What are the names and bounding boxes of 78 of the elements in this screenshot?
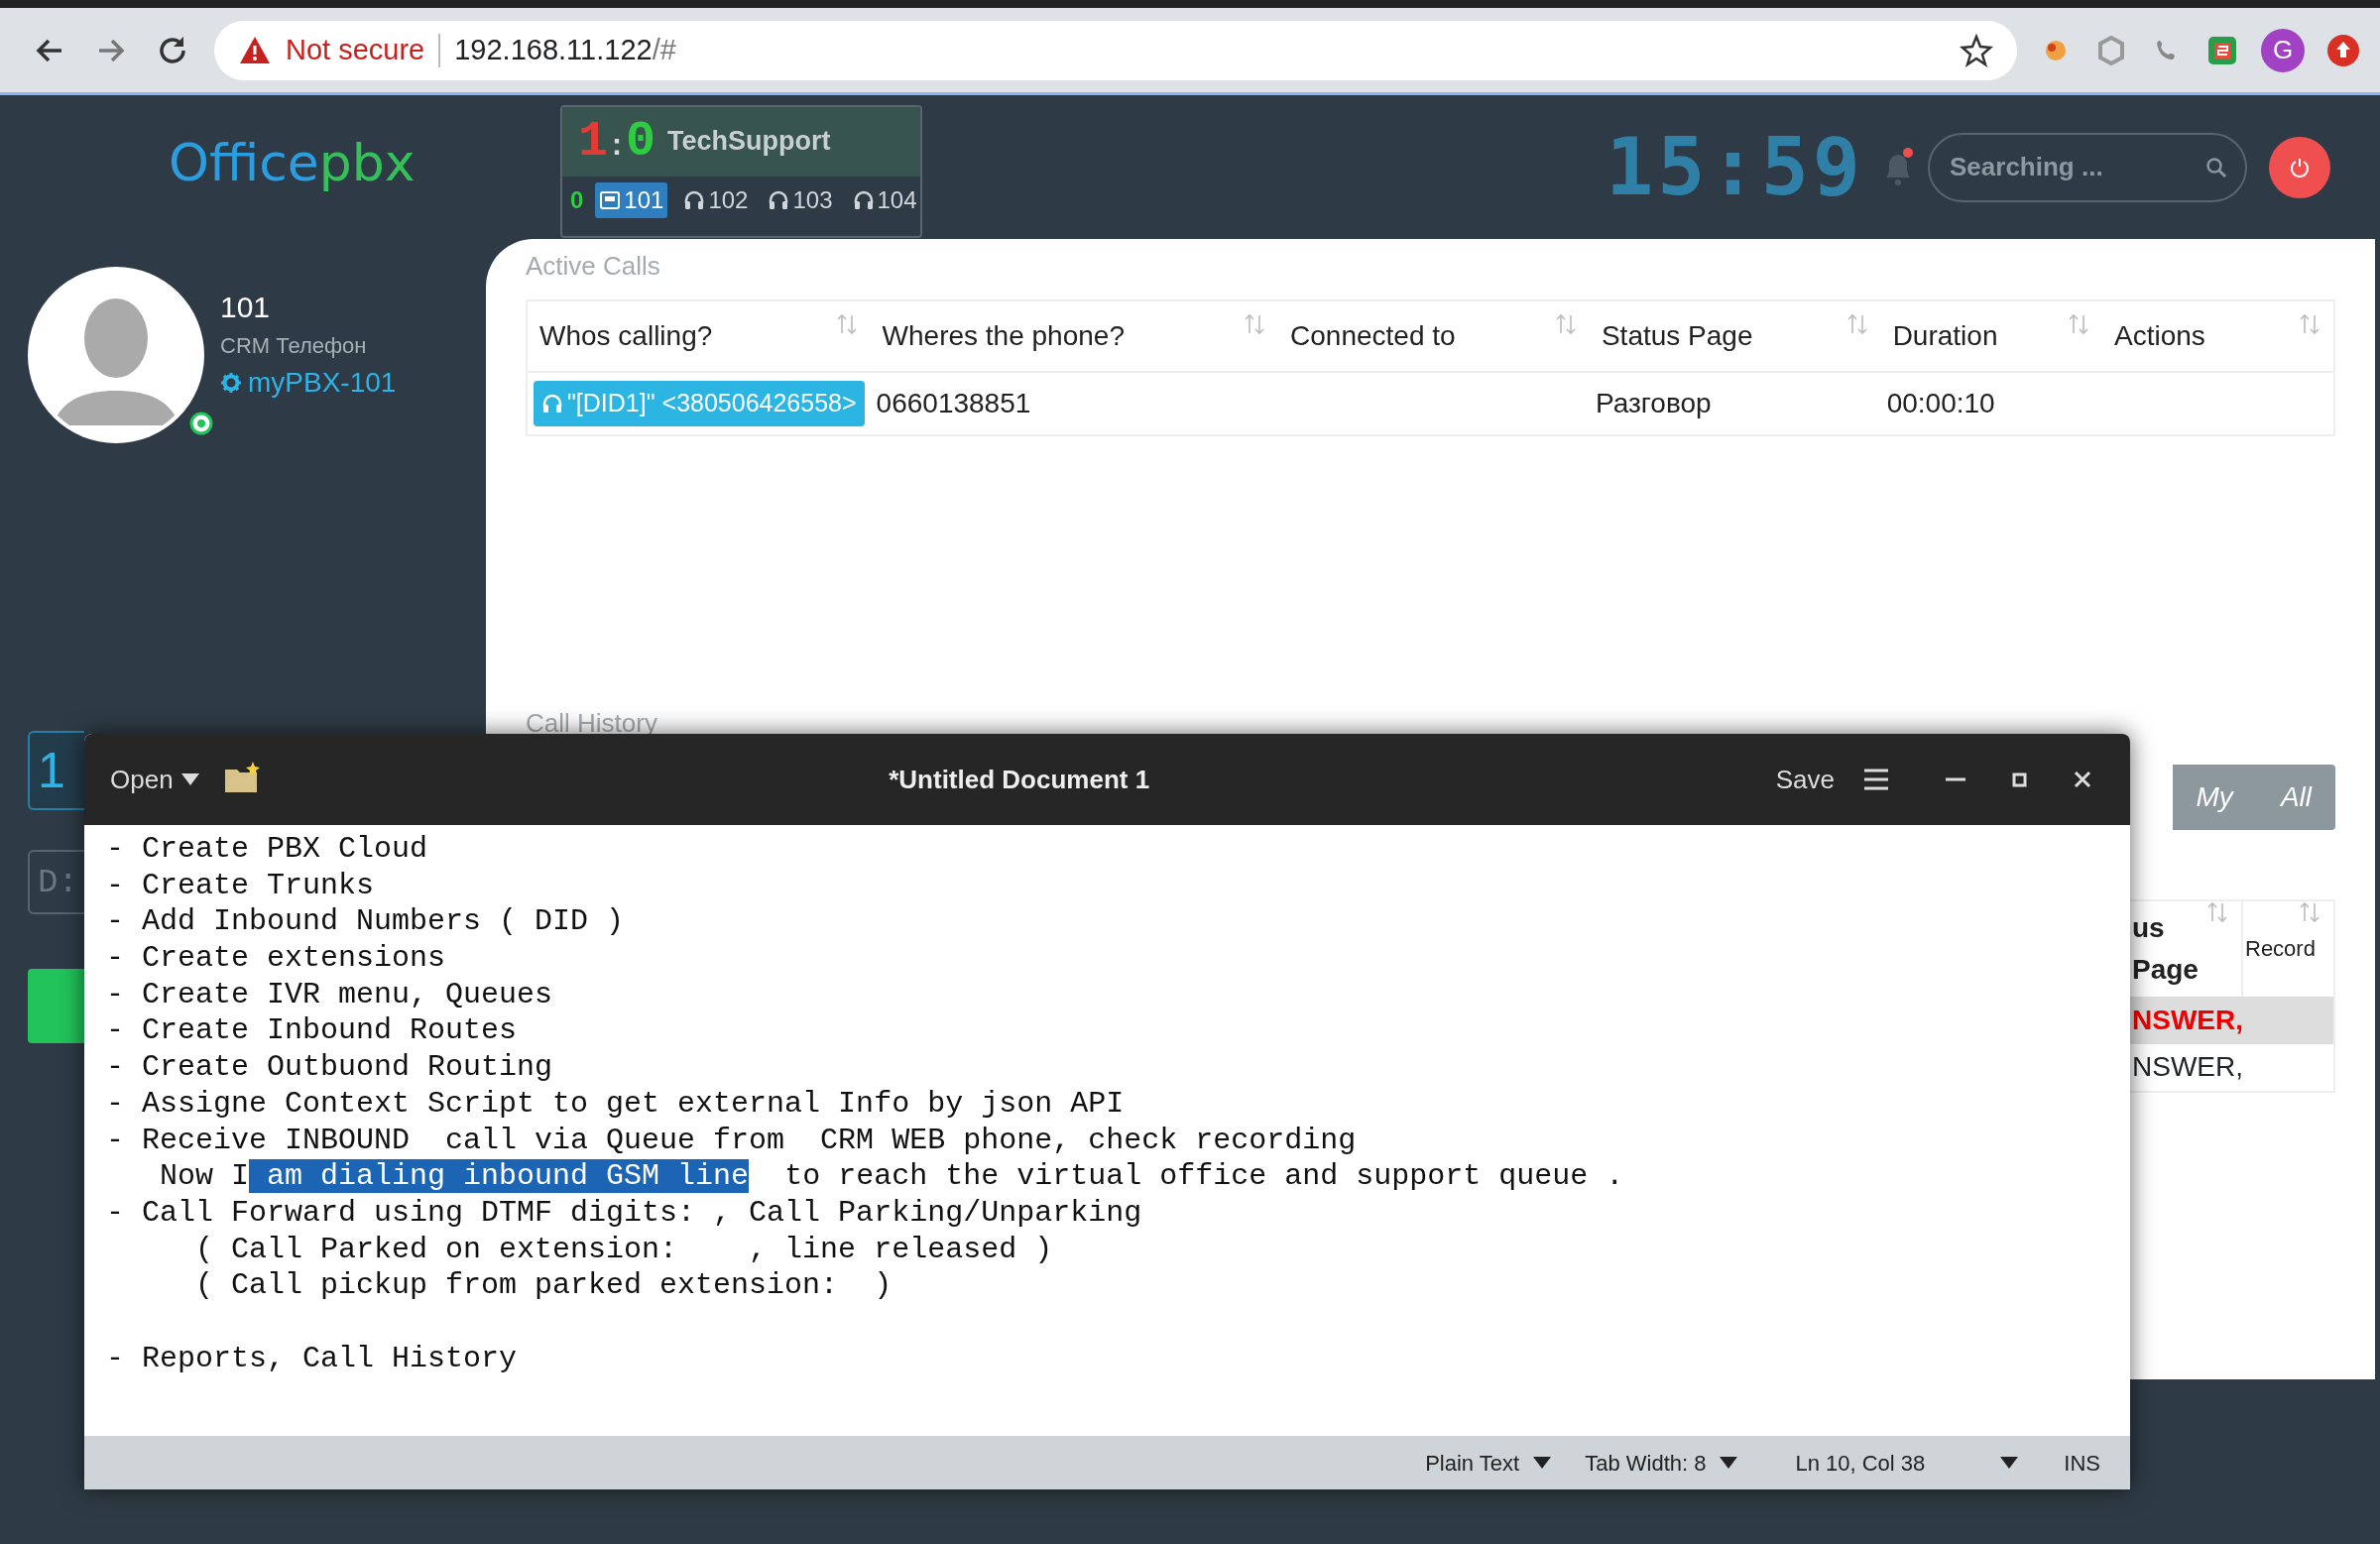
search-field[interactable]: Searching ... [1928, 132, 2247, 202]
waiting-count: 0 [570, 184, 584, 215]
table-cell: 0660138851 [876, 387, 1031, 418]
sort-icon [1245, 313, 1265, 335]
column-header[interactable]: Connected to [1278, 300, 1590, 372]
text-line: - Create extensions [106, 940, 447, 977]
text-line: - Add Inbound Numbers ( DID ) [106, 903, 626, 941]
power-icon [2289, 156, 2311, 178]
text-line: Now I am dialing inbound GSM line to reach the virtual office and support queue . [159, 1158, 1625, 1195]
clock: 15:59 [1606, 127, 1864, 207]
agent-extension[interactable]: 104 [848, 181, 921, 218]
sort-icon [2300, 900, 2320, 923]
security-label: Not secure [286, 32, 425, 67]
section-title: Active Calls [526, 250, 661, 283]
column-header[interactable]: Wheres the phone? [870, 300, 1279, 372]
url-text: 192.168.11.122/# [454, 32, 676, 67]
headset-icon [852, 188, 875, 211]
agent-extension[interactable]: 102 [679, 181, 753, 218]
window-title: *Untitled Document 1 [888, 763, 1151, 796]
gear-icon [220, 372, 242, 394]
counter-box: 1 [28, 731, 84, 810]
star-icon[interactable] [1960, 33, 1993, 67]
sort-icon [2300, 313, 2320, 335]
text-line: ( Call Parked on extension: , line released ) [194, 1231, 1054, 1268]
caret-icon [1720, 1457, 1738, 1469]
sort-icon [836, 313, 857, 335]
text-line: - Create PBX Cloud [106, 831, 429, 868]
status-dropdown[interactable]: Ln 10, Col 38 [1783, 1442, 2031, 1484]
queue-name: TechSupport [667, 125, 831, 159]
text-line: - Reports, Call History [106, 1340, 519, 1377]
address-bar[interactable]: Not secure 192.168.11.122/# [214, 20, 2017, 80]
headset-icon [683, 188, 706, 211]
insert-mode: INS [2064, 1449, 2100, 1478]
headset-icon [768, 188, 790, 211]
search-icon [2205, 156, 2227, 178]
caret-icon [2000, 1457, 2019, 1469]
text-line: ( Call pickup from parked extension: ) [194, 1267, 893, 1304]
text-line: - Create Inbound Routes [106, 1012, 519, 1050]
update-icon[interactable] [2326, 33, 2360, 67]
agent-extension[interactable]: 101 [595, 181, 668, 218]
column-header[interactable]: Actions [2101, 300, 2334, 372]
column-header[interactable]: Duration [1880, 300, 2102, 372]
column-header[interactable]: us Page [2129, 899, 2242, 997]
text-line: - Create IVR menu, Queues [106, 976, 554, 1013]
table-cell: 00:00:10 [1886, 387, 1995, 418]
settings-link[interactable]: myPBX-101 [220, 362, 397, 404]
profile-avatar[interactable]: G [2261, 28, 2305, 72]
dial-field[interactable]: D: [28, 850, 84, 914]
sort-icon [2068, 313, 2088, 335]
sort-icon [1846, 313, 1867, 335]
status-dropdown[interactable]: Plain Text [1413, 1442, 1564, 1484]
section-title: Call History [526, 706, 658, 740]
table-cell: NSWER, [2129, 1043, 2334, 1092]
save-button[interactable]: Save [1765, 752, 1844, 807]
logo: Officepbx [169, 131, 416, 194]
minimize-icon [1946, 777, 1965, 781]
user-subtitle: CRM Телефон [220, 332, 368, 360]
queue-counter: 1:0 [578, 116, 656, 167]
status-dropdown[interactable]: Tab Width: 8 [1573, 1442, 1750, 1484]
text-line: - Assigne Context Script to get external Info by json API [106, 1085, 1126, 1123]
column-header[interactable]: Whos calling? [527, 300, 871, 372]
text-line: - Create Trunks [106, 867, 376, 904]
phone-icon [599, 188, 622, 211]
table-cell: NSWER, [2129, 996, 2334, 1044]
caret-icon [180, 773, 199, 785]
sort-icon [2207, 900, 2227, 923]
open-button[interactable]: Open [100, 752, 209, 807]
caret-icon [1533, 1457, 1552, 1469]
caller-badge: "[DID1]" <380506426558> [534, 381, 865, 426]
sort-icon [1555, 313, 1576, 335]
headset-icon [541, 392, 563, 415]
text-line: - Create Outbuond Routing [106, 1049, 554, 1086]
text-line: - Call Forward using DTMF digits: , Call Parking/Unparking [106, 1194, 1143, 1232]
user-extension: 101 [220, 290, 272, 325]
text-line: - Receive INBOUND call via Queue from CRM WEB phone, check recording [106, 1122, 1358, 1159]
column-header[interactable]: Status Page [1589, 300, 1881, 372]
table-cell: Разговор [1595, 387, 1712, 418]
agent-extension[interactable]: 103 [764, 181, 837, 218]
